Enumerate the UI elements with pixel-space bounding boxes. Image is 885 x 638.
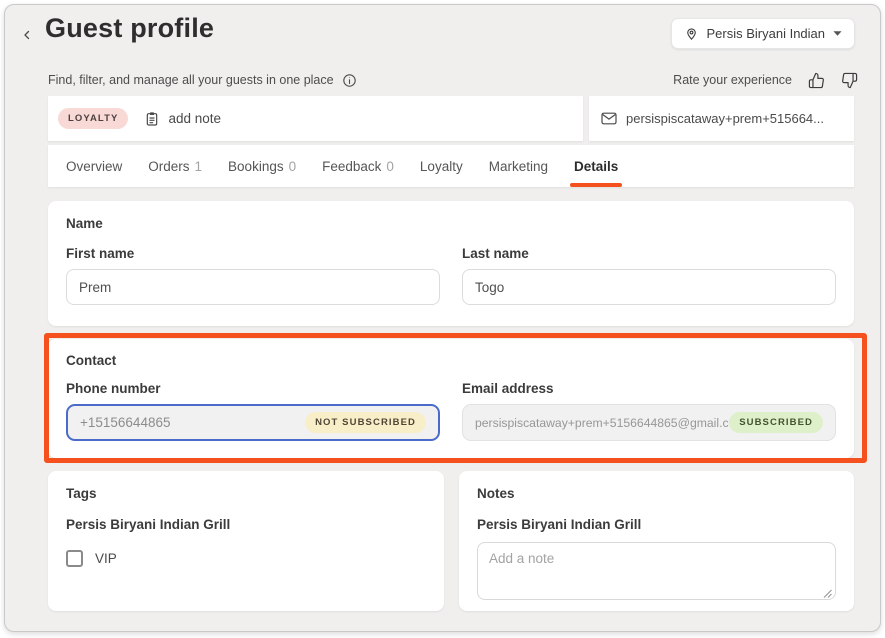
phone-label: Phone number	[66, 381, 440, 396]
note-textarea[interactable]	[477, 542, 836, 600]
tab-loyalty[interactable]: Loyalty	[420, 145, 463, 187]
notes-restaurant-name: Persis Biryani Indian Grill	[477, 517, 836, 532]
tab-marketing[interactable]: Marketing	[489, 145, 548, 187]
location-selector[interactable]: Persis Biryani Indian	[671, 18, 856, 49]
notes-section-title: Notes	[477, 486, 836, 501]
thumbs-down-icon[interactable]	[841, 72, 858, 89]
email-input[interactable]	[475, 416, 729, 430]
contact-section: Contact Phone number NOT SUBSCRIBED Emai…	[48, 339, 854, 458]
notes-section: Notes Persis Biryani Indian Grill	[459, 471, 854, 611]
subheader-description: Find, filter, and manage all your guests…	[48, 73, 334, 87]
chevron-left-icon	[21, 29, 33, 41]
tab-orders[interactable]: Orders1	[148, 145, 202, 187]
vip-checkbox-label: VIP	[95, 551, 117, 566]
subheader-description-group: Find, filter, and manage all your guests…	[48, 73, 357, 88]
resize-grip-icon[interactable]	[822, 588, 832, 598]
screen: Guest profile Persis Biryani Indian Find…	[0, 0, 885, 638]
note-field	[477, 542, 836, 605]
name-section: Name First name Last name	[48, 201, 854, 326]
location-label: Persis Biryani Indian	[707, 26, 826, 41]
caret-down-icon	[833, 30, 842, 37]
note-icon	[144, 111, 160, 127]
loyalty-badge: LOYALTY	[58, 108, 128, 129]
info-icon[interactable]	[342, 73, 357, 88]
tab-overview[interactable]: Overview	[66, 145, 122, 187]
tags-section: Tags Persis Biryani Indian Grill VIP	[48, 471, 444, 611]
tab-bookings[interactable]: Bookings0	[228, 145, 296, 187]
first-name-input[interactable]	[66, 269, 440, 305]
phone-input[interactable]	[80, 415, 305, 430]
map-pin-icon	[684, 26, 699, 41]
guest-profile-window: Guest profile Persis Biryani Indian Find…	[4, 4, 881, 632]
tags-section-title: Tags	[66, 486, 426, 501]
rate-experience-label: Rate your experience	[673, 73, 792, 87]
name-section-title: Name	[66, 216, 836, 231]
thumbs-up-icon[interactable]	[808, 72, 825, 89]
phone-field: NOT SUBSCRIBED	[66, 404, 440, 441]
first-name-label: First name	[66, 246, 440, 261]
guest-summary-right: persispiscataway+prem+515664...	[589, 96, 854, 141]
guest-summary-left: LOYALTY add note	[48, 96, 583, 141]
tags-restaurant-name: Persis Biryani Indian Grill	[66, 517, 426, 532]
page-title: Guest profile	[45, 13, 214, 44]
rate-experience-group: Rate your experience	[673, 72, 858, 89]
add-note-button[interactable]: add note	[144, 111, 221, 127]
email-label: Email address	[462, 381, 836, 396]
guest-email-truncated: persispiscataway+prem+515664...	[626, 111, 824, 126]
add-note-label: add note	[168, 111, 221, 126]
email-subscription-badge: SUBSCRIBED	[729, 412, 823, 433]
back-button[interactable]	[17, 25, 37, 45]
email-field: SUBSCRIBED	[462, 404, 836, 441]
email-icon	[601, 112, 617, 125]
tab-details[interactable]: Details	[574, 145, 618, 187]
vip-checkbox[interactable]	[66, 550, 83, 567]
contact-section-title: Contact	[66, 353, 836, 368]
subheader: Find, filter, and manage all your guests…	[48, 69, 858, 91]
last-name-input[interactable]	[462, 269, 836, 305]
tab-feedback[interactable]: Feedback0	[322, 145, 394, 187]
vip-tag-row: VIP	[66, 550, 426, 567]
last-name-label: Last name	[462, 246, 836, 261]
profile-tabbar: Overview Orders1 Bookings0 Feedback0 Loy…	[48, 145, 854, 187]
phone-subscription-badge: NOT SUBSCRIBED	[305, 412, 426, 433]
